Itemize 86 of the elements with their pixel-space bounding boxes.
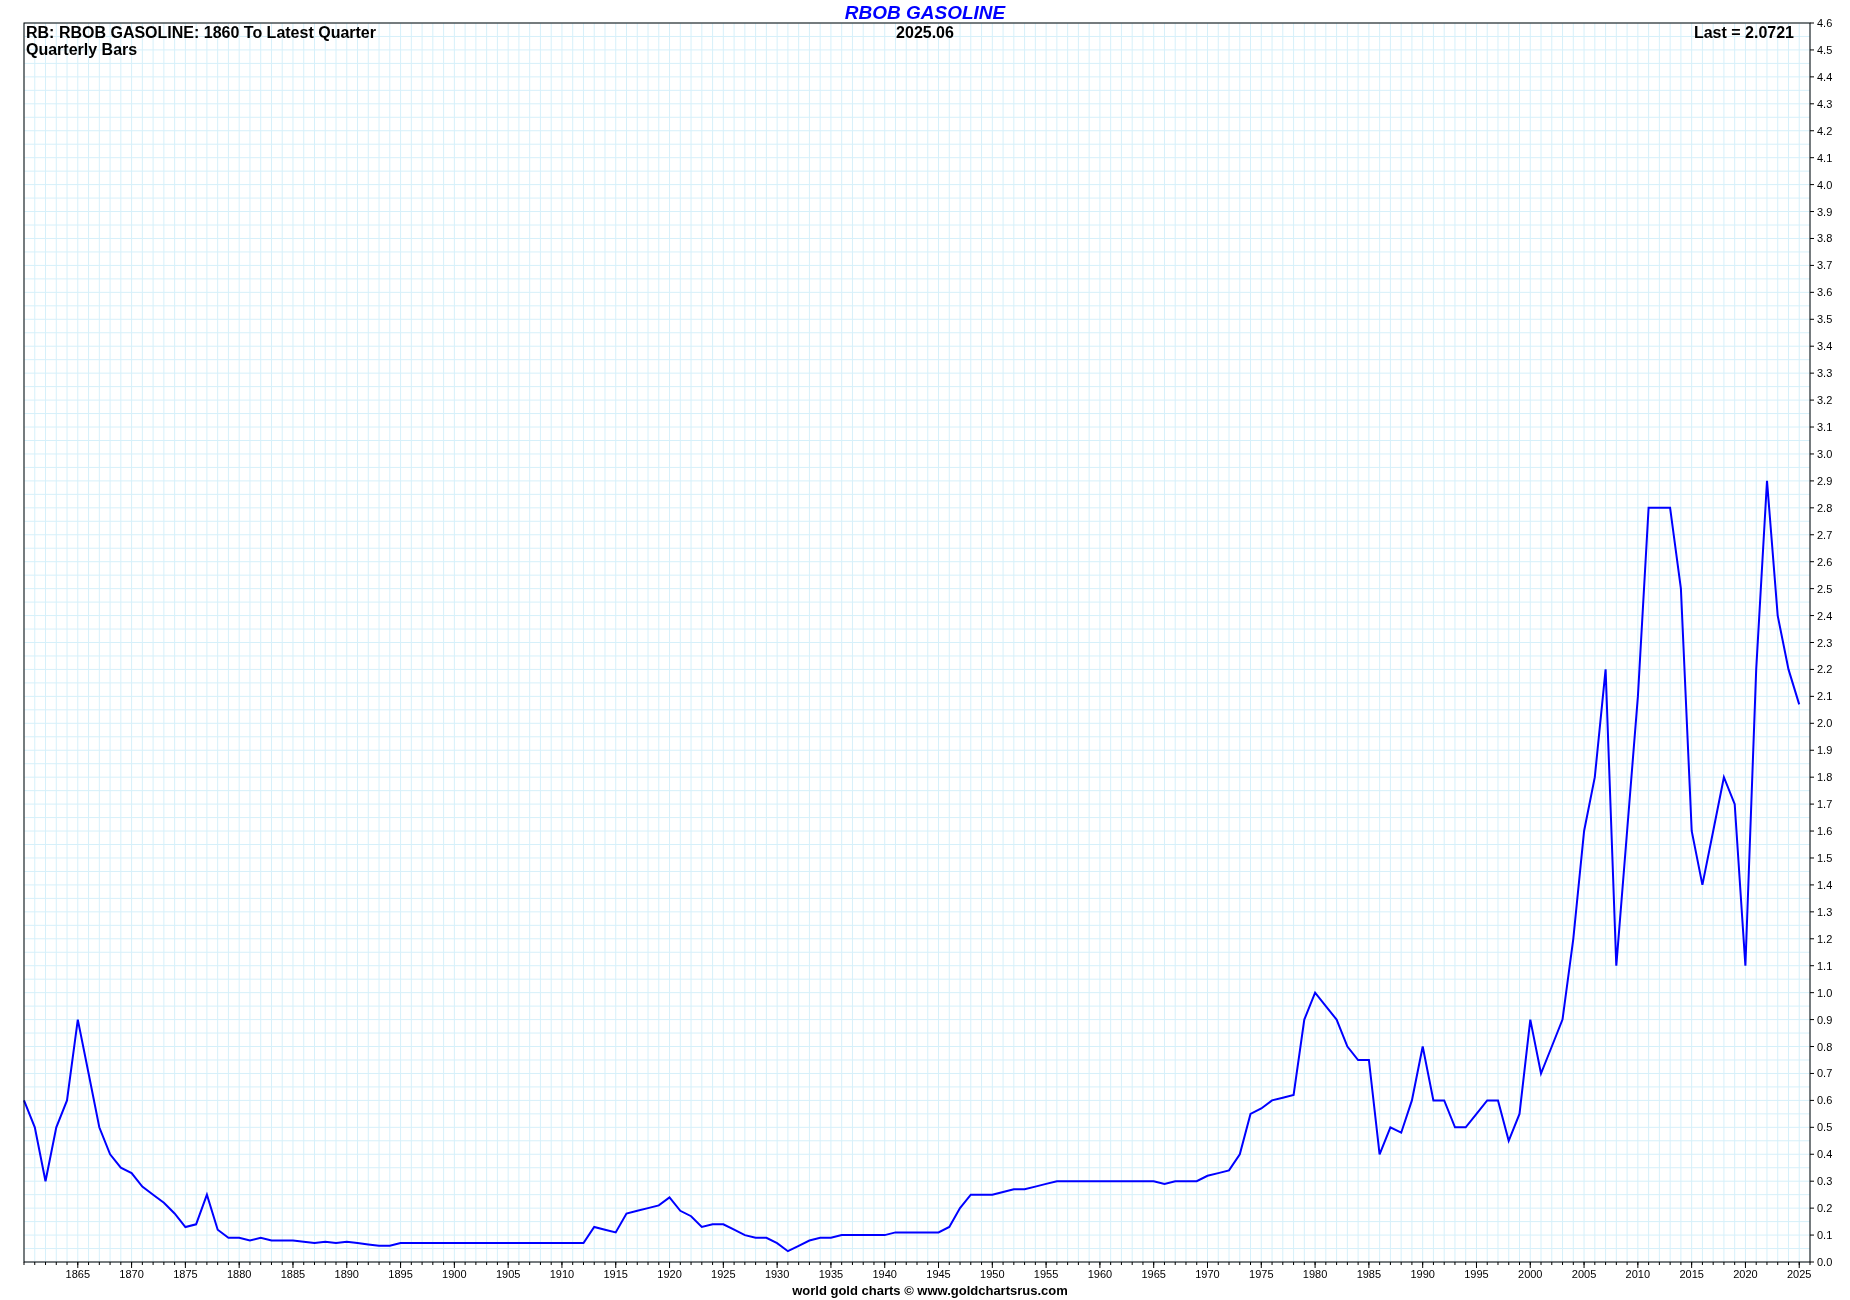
y-tick-label: 3.8: [1817, 232, 1833, 245]
x-tick-label: 2020: [1733, 1268, 1758, 1280]
y-tick-label: 4.4: [1817, 70, 1833, 83]
y-tick-label: 3.6: [1817, 286, 1833, 299]
y-tick-label: 3.0: [1817, 447, 1833, 460]
x-tick-label: 1935: [818, 1268, 844, 1280]
y-tick-label: 2.8: [1817, 501, 1833, 514]
x-tick-label: 1915: [603, 1268, 628, 1280]
chart-title: RBOB GASOLINE: [844, 2, 1006, 23]
x-tick-label: 1960: [1087, 1268, 1113, 1280]
y-tick-label: 2.5: [1817, 582, 1833, 595]
y-tick-label: 3.7: [1817, 259, 1833, 272]
y-tick-label: 3.2: [1817, 394, 1833, 407]
y-tick-label: 1.0: [1817, 986, 1833, 999]
y-tick-label: 1.5: [1817, 852, 1833, 864]
y-tick-label: 4.2: [1817, 124, 1833, 137]
y-tick-label: 2.3: [1817, 636, 1833, 649]
y-tick-label: 2.0: [1817, 717, 1833, 730]
x-tick-label: 1925: [711, 1268, 736, 1280]
y-tick-label: 0.1: [1817, 1229, 1833, 1242]
y-tick-label: 2.6: [1817, 555, 1833, 568]
y-tick-label: 4.1: [1817, 151, 1833, 164]
x-tick-label: 1930: [764, 1268, 790, 1280]
y-tick-label: 3.5: [1817, 313, 1833, 326]
x-tick-label: 2000: [1518, 1268, 1543, 1280]
last-value-label: Last = 2.0721: [1693, 24, 1794, 41]
x-tick-label: 1975: [1249, 1268, 1274, 1280]
y-tick-label: 3.1: [1817, 421, 1833, 433]
y-tick-label: 2.9: [1817, 474, 1833, 487]
y-tick-label: 1.4: [1817, 878, 1833, 891]
date-label: 2025.06: [896, 24, 954, 41]
x-tick-label: 2015: [1679, 1268, 1704, 1280]
y-tick-label: 4.3: [1817, 97, 1833, 110]
x-tick-label: 2025: [1787, 1268, 1812, 1280]
x-tick-label: 1885: [280, 1268, 306, 1280]
y-tick-label: 0.3: [1817, 1175, 1833, 1188]
x-tick-label: 1980: [1302, 1268, 1328, 1280]
x-tick-label: 1995: [1464, 1268, 1489, 1280]
y-tick-label: 0.7: [1817, 1067, 1833, 1080]
y-tick-label: 0.4: [1817, 1148, 1833, 1161]
y-tick-label: 2.7: [1817, 528, 1833, 541]
y-tick-label: 1.9: [1817, 744, 1833, 757]
bar-type-label: Quarterly Bars: [26, 41, 138, 58]
y-tick-label: 1.7: [1817, 798, 1833, 811]
y-tick-label: 4.6: [1817, 17, 1833, 29]
x-tick-label: 1920: [657, 1268, 682, 1280]
y-tick-label: 3.3: [1817, 367, 1833, 380]
y-tick-label: 0.0: [1817, 1256, 1833, 1268]
y-tick-label: 4.0: [1817, 178, 1833, 191]
y-tick-label: 3.9: [1817, 205, 1833, 218]
y-tick-label: 4.5: [1817, 43, 1833, 56]
x-tick-label: 2010: [1625, 1268, 1651, 1280]
y-tick-label: 2.2: [1817, 663, 1833, 676]
y-tick-label: 1.1: [1817, 959, 1833, 972]
y-tick-label: 1.8: [1817, 771, 1833, 784]
x-tick-label: 1905: [495, 1268, 521, 1280]
x-tick-label: 1910: [549, 1268, 575, 1280]
y-tick-label: 3.4: [1817, 340, 1833, 353]
y-tick-label: 0.5: [1817, 1121, 1833, 1134]
x-tick-label: 1875: [173, 1268, 198, 1280]
y-tick-label: 2.4: [1817, 609, 1833, 622]
x-tick-label: 1940: [872, 1268, 897, 1280]
x-tick-label: 1900: [442, 1268, 467, 1280]
chart-subtitle: RB: RBOB GASOLINE: 1860 To Latest Quarter: [26, 24, 376, 41]
x-tick-label: 1965: [1141, 1268, 1166, 1280]
x-tick-label: 1870: [119, 1268, 144, 1280]
x-tick-label: 1895: [388, 1268, 413, 1280]
x-tick-label: 1865: [65, 1268, 91, 1280]
y-tick-label: 0.6: [1817, 1094, 1833, 1107]
x-tick-label: 1950: [980, 1268, 1005, 1280]
x-tick-label: 1970: [1195, 1268, 1220, 1280]
y-tick-label: 0.8: [1817, 1040, 1833, 1053]
x-tick-label: 1990: [1410, 1268, 1435, 1280]
x-tick-label: 1890: [334, 1268, 359, 1280]
x-tick-label: 1955: [1033, 1268, 1059, 1280]
y-tick-label: 1.6: [1817, 825, 1833, 838]
y-tick-label: 0.9: [1817, 1013, 1833, 1026]
x-tick-label: 1985: [1356, 1268, 1382, 1280]
y-tick-label: 2.1: [1817, 690, 1833, 703]
x-tick-label: 1880: [226, 1268, 252, 1280]
x-tick-label: 1945: [926, 1268, 951, 1280]
x-tick-label: 2005: [1571, 1268, 1597, 1280]
footer-credit: world gold charts © www.goldchartsrus.com: [792, 1283, 1068, 1298]
y-tick-label: 1.2: [1817, 932, 1833, 945]
y-tick-label: 0.2: [1817, 1202, 1833, 1215]
y-tick-label: 1.3: [1817, 905, 1833, 918]
